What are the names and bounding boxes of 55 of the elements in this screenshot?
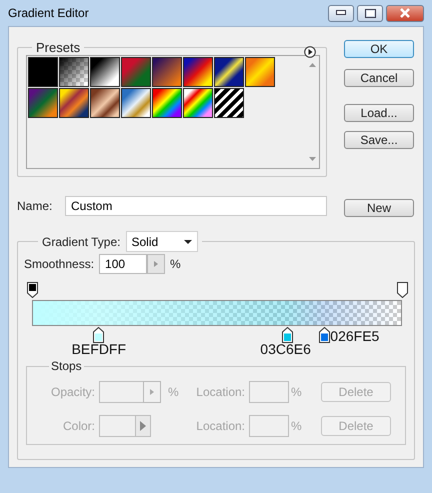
preset-swatch[interactable]: [59, 88, 89, 118]
maximize-button[interactable]: [357, 4, 383, 22]
name-field[interactable]: Custom: [65, 196, 327, 216]
gradient-type-dropdown[interactable]: Solid: [126, 231, 198, 252]
name-label: Name:: [17, 199, 52, 213]
opacity-stop[interactable]: [26, 282, 38, 298]
preset-swatch[interactable]: [152, 88, 182, 118]
dialog-button[interactable]: Save...: [344, 131, 414, 149]
smoothness-label: Smoothness:: [24, 257, 94, 271]
new-button[interactable]: New: [344, 199, 414, 217]
minimize-icon: [336, 10, 346, 16]
percent-label: %: [170, 257, 181, 271]
preset-swatch[interactable]: [183, 88, 213, 118]
arrow-right-icon: [154, 261, 158, 267]
preset-swatch[interactable]: [214, 57, 244, 87]
percent-label: %: [291, 385, 303, 399]
color-stop[interactable]: [282, 327, 293, 343]
preset-swatch[interactable]: [121, 57, 151, 87]
preset-swatch[interactable]: [28, 57, 58, 87]
close-icon: [399, 8, 411, 18]
location-label: Location:: [196, 419, 245, 433]
maximize-icon: [364, 8, 376, 18]
preset-swatch[interactable]: [152, 57, 182, 87]
presets-label: Presets: [35, 40, 82, 55]
default-button[interactable]: OK: [344, 40, 414, 58]
smoothness-field[interactable]: 100: [99, 254, 148, 274]
location-label: Location:: [196, 385, 245, 399]
color-stop[interactable]: [93, 327, 104, 343]
window-title: Gradient Editor: [8, 6, 89, 20]
stops-label: Stops: [50, 359, 83, 373]
minimize-button[interactable]: [328, 4, 354, 22]
caret-icon: [184, 240, 192, 244]
preset-swatch[interactable]: [121, 88, 151, 118]
preset-swatch[interactable]: [28, 88, 58, 118]
play-arrow-icon: [140, 421, 146, 431]
opacity-stop[interactable]: [396, 282, 408, 298]
dialog-button[interactable]: Cancel: [344, 69, 414, 87]
preset-swatch[interactable]: [59, 57, 89, 87]
color-code-label: 03C6E6: [260, 341, 311, 357]
preset-swatch[interactable]: [90, 57, 120, 87]
color-code-label: BEFDFF: [72, 341, 126, 357]
gradient-type-label: Gradient Type:: [42, 234, 120, 248]
close-button[interactable]: [386, 4, 424, 22]
color-code-label: 026FE5: [330, 328, 380, 344]
percent-label: %: [291, 419, 303, 433]
stop-field-label: Opacity:: [50, 385, 95, 399]
preset-swatch[interactable]: [214, 88, 244, 118]
preset-swatch[interactable]: [183, 57, 213, 87]
dialog-button[interactable]: Load...: [344, 104, 414, 122]
percent-label: %: [168, 385, 179, 399]
arrow-right-icon: [150, 389, 154, 395]
color-stop[interactable]: [318, 327, 330, 343]
preset-swatch[interactable]: [90, 88, 120, 118]
stop-field-label: Color:: [62, 419, 95, 433]
preset-swatch[interactable]: [245, 57, 275, 87]
